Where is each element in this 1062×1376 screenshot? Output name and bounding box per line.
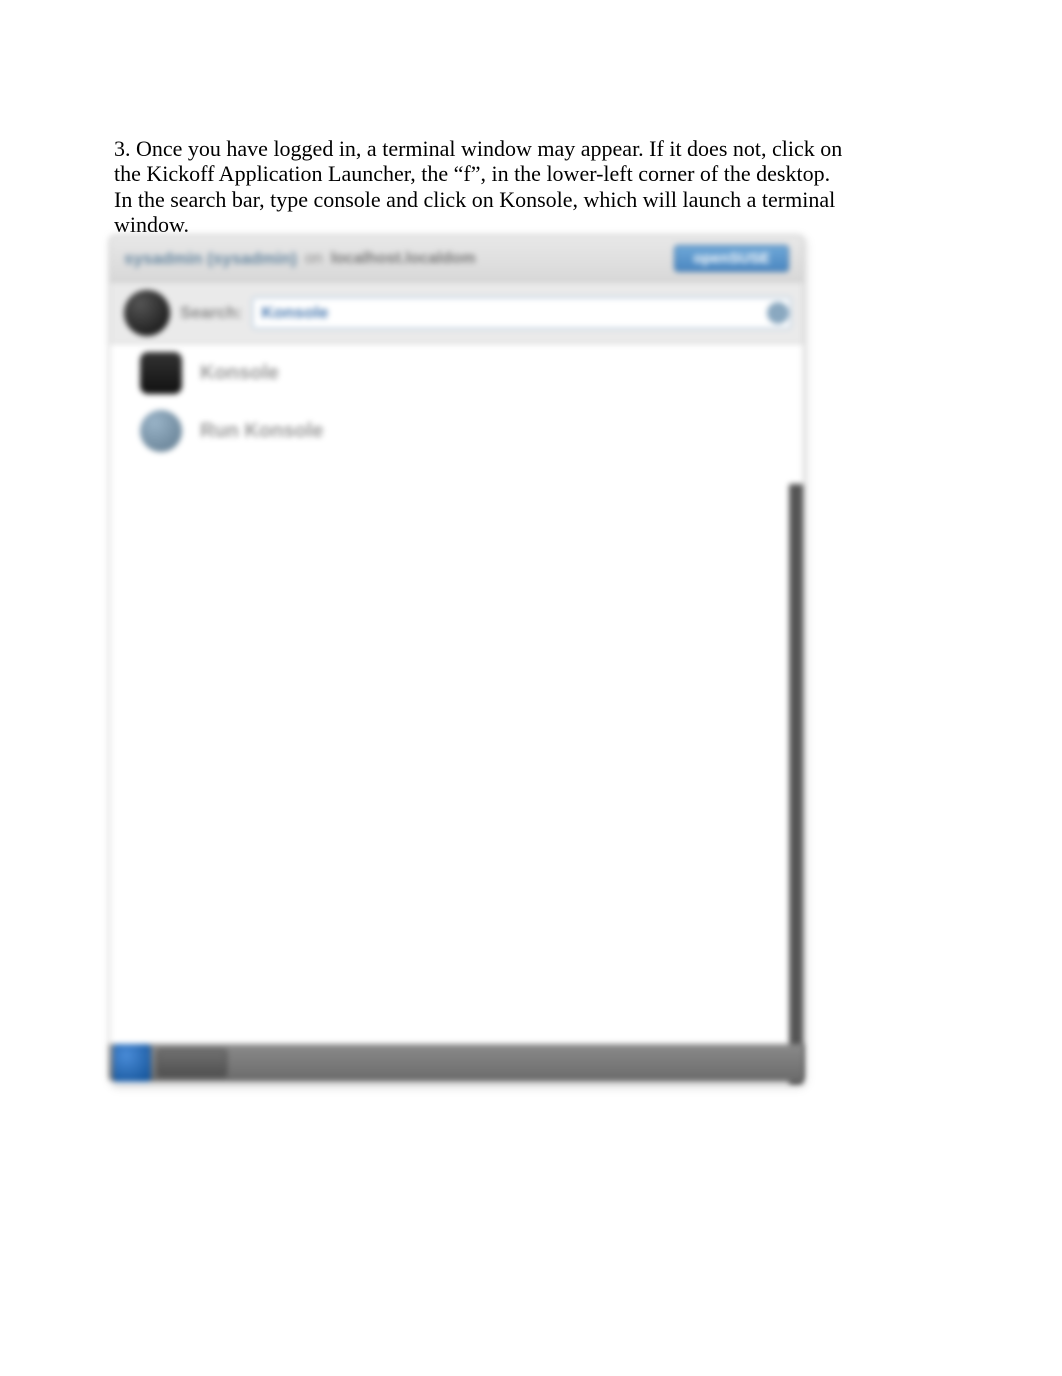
taskbar: [109, 1044, 804, 1082]
taskbar-item[interactable]: [157, 1049, 227, 1077]
result-item-run-konsole[interactable]: Run Konsole: [110, 402, 803, 460]
result-label: Run Konsole: [200, 420, 323, 443]
results-scrollbar[interactable]: [789, 484, 803, 1084]
result-item-konsole[interactable]: Konsole: [110, 344, 803, 402]
header-user: sysadmin (sysadmin): [124, 249, 297, 269]
kickoff-launcher-window: sysadmin (sysadmin) on localhost.localdo…: [109, 235, 804, 1085]
clear-search-icon[interactable]: [767, 302, 789, 324]
run-icon: [140, 410, 182, 452]
search-input[interactable]: [252, 297, 791, 329]
search-label: Search:: [180, 303, 242, 323]
header-separator: on: [305, 250, 323, 268]
kickoff-launcher-button[interactable]: [113, 1044, 151, 1082]
user-avatar-icon: [124, 290, 170, 336]
result-label: Konsole: [200, 362, 279, 385]
header-distro-button[interactable]: openSUSE: [674, 245, 789, 272]
launcher-header: sysadmin (sysadmin) on localhost.localdo…: [110, 236, 803, 282]
results-panel: Konsole Run Konsole: [110, 344, 803, 1084]
terminal-icon: [140, 352, 182, 394]
search-row: Search:: [110, 282, 803, 344]
header-host: localhost.localdom: [331, 250, 476, 268]
instruction-text: 3. Once you have logged in, a terminal w…: [114, 136, 846, 237]
